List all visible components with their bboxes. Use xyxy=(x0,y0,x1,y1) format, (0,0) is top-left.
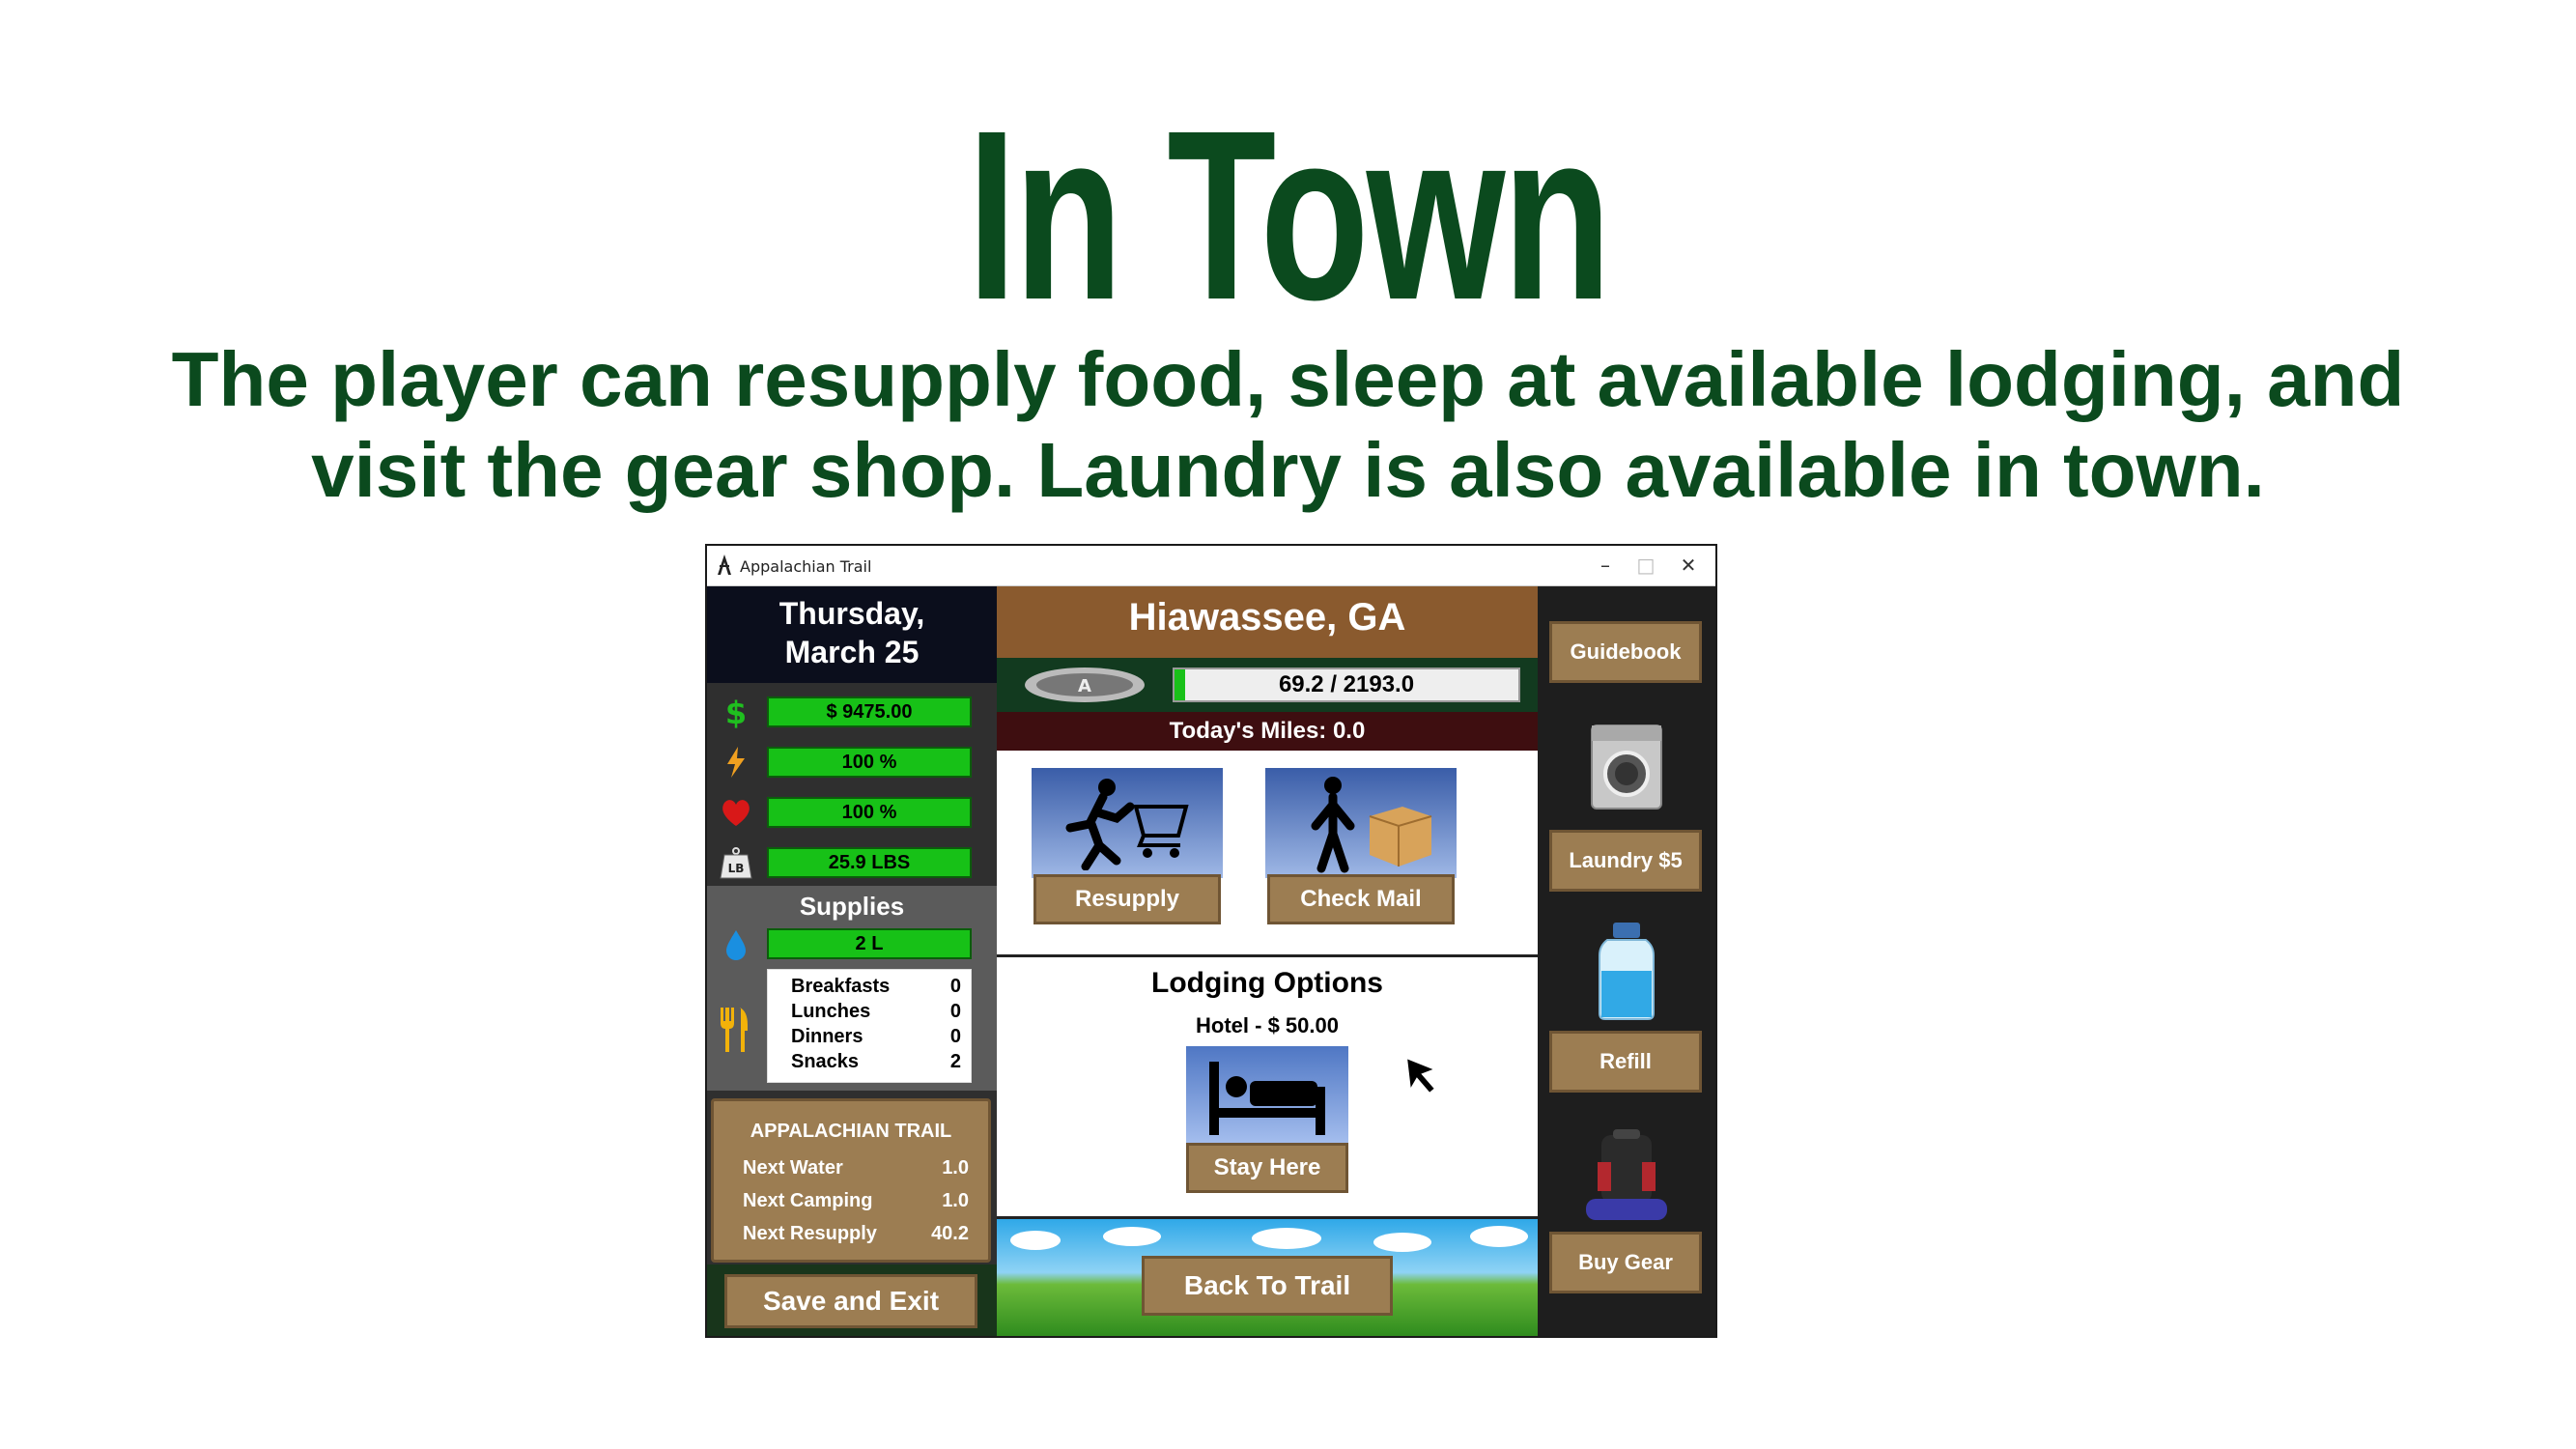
meal-snacks: Snacks 2 xyxy=(791,1051,961,1072)
meal-lunches: Lunches 0 xyxy=(791,1001,961,1022)
laundry-button[interactable]: Laundry $5 xyxy=(1549,830,1702,892)
minimize-button[interactable]: – xyxy=(1586,552,1625,579)
hotel-price: Hotel - $ 50.00 xyxy=(1196,1013,1339,1037)
progress-text: 69.2 / 2193.0 xyxy=(1278,671,1415,697)
next-camping-row: Next Camping 1.0 xyxy=(743,1190,969,1211)
town-actions: Resupply Check Mail xyxy=(997,751,1538,957)
dollar-icon: $ xyxy=(725,695,747,729)
date-weekday: Thursday, xyxy=(778,596,925,631)
meal-dinners: Dinners 0 xyxy=(791,1026,961,1047)
todays-miles: Today's Miles: 0.0 xyxy=(997,712,1538,751)
save-area: Save and Exit xyxy=(707,1264,997,1336)
back-to-trail-area: Back To Trail xyxy=(997,1216,1538,1336)
resupply-button[interactable]: Resupply xyxy=(1033,874,1221,924)
next-water-row: Next Water 1.0 xyxy=(743,1157,969,1179)
supplies-title: Supplies xyxy=(799,892,905,921)
game-area: Thursday, March 25 $ $ 9475.00 100 % 100… xyxy=(707,586,1715,1336)
stay-here-button[interactable]: Stay Here xyxy=(1186,1143,1348,1193)
resupply-image xyxy=(1032,768,1223,878)
water-bottle-icon[interactable] xyxy=(1592,921,1661,1021)
svg-text:A: A xyxy=(1078,676,1091,696)
meals-list: Breakfasts 0 Lunches 0 Dinners 0 Snacks 2 xyxy=(767,969,972,1083)
mouse-cursor-icon xyxy=(1404,1056,1438,1095)
svg-text:LB: LB xyxy=(728,862,745,875)
refill-button[interactable]: Refill xyxy=(1549,1031,1702,1093)
back-to-trail-button[interactable]: Back To Trail xyxy=(1142,1256,1393,1316)
miles-progress-bar: 69.2 / 2193.0 xyxy=(1173,668,1520,702)
game-window: Appalachian Trail – □ ✕ Thursday, March … xyxy=(705,544,1717,1338)
town-panel: Hiawassee, GA A 69.2 / 2193.0 Today's Mi… xyxy=(997,586,1538,1336)
energy-bar: 100 % xyxy=(767,747,972,778)
weight-icon: LB xyxy=(720,847,752,879)
town-name: Hiawassee, GA xyxy=(1128,596,1406,639)
hotel-bed-image[interactable] xyxy=(1186,1046,1348,1147)
meal-breakfasts: Breakfasts 0 xyxy=(791,976,961,997)
resupply-card[interactable]: Resupply xyxy=(1032,768,1223,926)
buy-gear-button[interactable]: Buy Gear xyxy=(1549,1232,1702,1293)
person-package-icon xyxy=(1311,777,1432,873)
check-mail-card[interactable]: Check Mail xyxy=(1265,768,1457,926)
washing-machine-icon[interactable] xyxy=(1588,722,1665,810)
date-display: Thursday, March 25 xyxy=(707,586,997,683)
water-drop-icon xyxy=(726,930,746,960)
slide-title: In Town xyxy=(967,80,1611,350)
subtitle-line-2: visit the gear shop. Laundry is also ava… xyxy=(311,427,2265,513)
close-button[interactable]: ✕ xyxy=(1669,552,1708,579)
save-exit-button[interactable]: Save and Exit xyxy=(724,1274,977,1328)
lodging-title: Lodging Options xyxy=(1151,967,1383,999)
heart-icon xyxy=(722,800,750,826)
window-title: Appalachian Trail xyxy=(740,557,872,576)
trail-progress-row: A 69.2 / 2193.0 xyxy=(997,658,1538,712)
supplies-panel: Supplies 2 L Breakfasts 0 Lunches 0 Dinner… xyxy=(707,886,997,1091)
next-resupply-row: Next Resupply 40.2 xyxy=(743,1223,969,1244)
window-titlebar[interactable]: Appalachian Trail – □ ✕ xyxy=(707,546,1715,586)
date-day: March 25 xyxy=(784,635,920,669)
lodging-section: Lodging Options Hotel - $ 50.00 Stay Her… xyxy=(997,957,1538,1216)
fork-knife-icon xyxy=(721,1008,748,1052)
check-mail-image xyxy=(1265,768,1457,878)
subtitle-line-1: The player can resupply food, sleep at a… xyxy=(171,336,2405,422)
health-row: 100 % xyxy=(707,789,997,836)
trail-info-sign: APPALACHIAN TRAIL Next Water 1.0 Next Cam… xyxy=(711,1098,991,1263)
shopper-cart-icon xyxy=(1065,779,1189,870)
guidebook-button[interactable]: Guidebook xyxy=(1549,621,1702,683)
status-panel: Thursday, March 25 $ $ 9475.00 100 % 100… xyxy=(707,586,997,1336)
lightning-icon xyxy=(727,747,745,778)
money-row: $ $ 9475.00 xyxy=(707,689,997,735)
check-mail-button[interactable]: Check Mail xyxy=(1267,874,1455,924)
health-bar: 100 % xyxy=(767,797,972,828)
trail-sign-title: APPALACHIAN TRAIL xyxy=(750,1121,952,1142)
weight-bar: 25.9 LBS xyxy=(767,847,972,878)
maximize-button[interactable]: □ xyxy=(1627,552,1665,579)
svg-text:$: $ xyxy=(725,695,747,729)
backpack-icon[interactable] xyxy=(1580,1127,1673,1224)
water-row: 2 L xyxy=(707,921,997,967)
services-panel: Guidebook Laundry $5 Refill Buy Gear xyxy=(1538,586,1715,1336)
boot-print-icon: A xyxy=(1025,668,1145,702)
bed-icon xyxy=(1209,1062,1325,1135)
water-bar: 2 L xyxy=(767,928,972,959)
town-header: Hiawassee, GA xyxy=(997,586,1538,658)
slide-subtitle: The player can resupply food, sleep at a… xyxy=(0,334,2576,516)
trail-logo-icon xyxy=(718,554,731,575)
energy-row: 100 % xyxy=(707,739,997,785)
weight-row: LB 25.9 LBS xyxy=(707,839,997,886)
money-bar: $ 9475.00 xyxy=(767,696,972,727)
